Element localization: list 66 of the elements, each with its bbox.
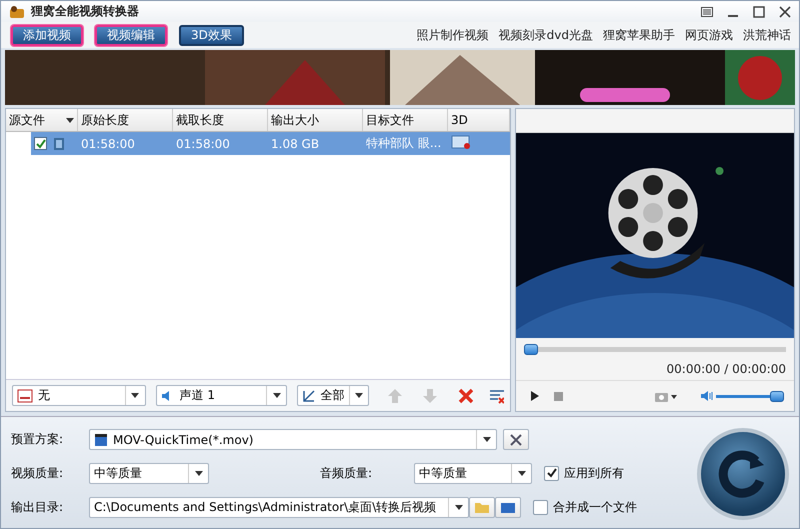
dropdown-arrow-icon[interactable]: [194, 470, 202, 476]
toolbar-button[interactable]: 添加视频: [11, 24, 83, 46]
seek-thumb[interactable]: [524, 344, 538, 355]
dropdown-arrow-icon[interactable]: [272, 393, 281, 398]
column-header[interactable]: 截取长度: [173, 109, 268, 131]
3d-icon[interactable]: [451, 135, 471, 149]
clear-list-icon[interactable]: [488, 388, 504, 404]
header-link[interactable]: 视频刻录dvd光盘: [498, 26, 593, 44]
checkbox[interactable]: [34, 137, 47, 150]
settings-button[interactable]: [503, 429, 529, 450]
dropdown-arrow-icon[interactable]: [66, 118, 74, 122]
audio-quality-dropdown[interactable]: 中等质量: [414, 462, 532, 484]
folder-icon: [500, 501, 516, 514]
field-label: 预置方案:: [11, 431, 64, 448]
stop-icon[interactable]: [554, 392, 563, 400]
column-header[interactable]: 源文件: [6, 109, 78, 131]
clapper-icon: [94, 432, 108, 447]
field-label: 视频质量:: [11, 464, 64, 482]
output-folder-field[interactable]: C:\Documents and Settings\Administrator\桌面\转换后视频: [89, 496, 469, 518]
header-link[interactable]: 狸窝苹果助手: [603, 26, 675, 44]
crop-icon: [302, 388, 316, 402]
window-title: 狸窝全能视频转换器: [31, 3, 139, 20]
camera-icon[interactable]: [654, 390, 678, 402]
table-cell-text: 1.08 GB: [270, 136, 320, 150]
app-logo-icon: [9, 4, 25, 18]
preset-dropdown[interactable]: MOV-QuickTime(*.mov): [89, 429, 497, 450]
table-cell-text: 01:58:00: [175, 136, 231, 150]
table-cell-text: 01:58:00: [80, 136, 136, 150]
dropdown-arrow-icon[interactable]: [131, 393, 139, 398]
check-icon: [546, 468, 556, 478]
open-folder-icon: [474, 501, 490, 514]
check-icon: [36, 138, 46, 148]
maximize-icon[interactable]: [753, 6, 765, 18]
field-label: 音频质量:: [320, 464, 374, 482]
field-label: 输出目录:: [11, 498, 64, 516]
column-header[interactable]: 输出大小: [268, 109, 363, 131]
column-header[interactable]: 目标文件: [363, 109, 448, 131]
audio-track-dropdown[interactable]: 声道 1: [156, 385, 288, 406]
table-cell-text: 特种部队 眼...: [365, 135, 442, 152]
video-quality-dropdown[interactable]: 中等质量: [89, 462, 209, 484]
dropdown-arrow-icon[interactable]: [355, 393, 364, 398]
folder-button[interactable]: [495, 496, 521, 518]
subtitle-icon: [17, 388, 33, 402]
delete-icon[interactable]: [458, 388, 473, 404]
film-icon: [53, 136, 65, 150]
header-link[interactable]: 网页游戏: [685, 26, 733, 44]
header-link[interactable]: 洪荒神话: [743, 26, 791, 44]
merge-checkbox[interactable]: 合并成一个文件: [533, 498, 637, 516]
volume-icon[interactable]: [700, 390, 714, 402]
volume-thumb[interactable]: [770, 390, 784, 402]
seek-slider[interactable]: [524, 344, 786, 355]
close-icon[interactable]: [779, 6, 791, 18]
column-header[interactable]: 原始长度: [78, 109, 173, 131]
time-display: 00:00:00 / 00:00:00: [666, 362, 786, 376]
dropdown-arrow-icon[interactable]: [518, 470, 526, 476]
play-icon[interactable]: [530, 390, 540, 402]
toolbar-button[interactable]: 3D效果: [179, 24, 244, 46]
dropdown-arrow-icon[interactable]: [454, 504, 462, 510]
dropdown-arrow-icon[interactable]: [482, 437, 490, 442]
menu-icon[interactable]: [701, 6, 713, 16]
header-link[interactable]: 照片制作视频: [416, 26, 489, 44]
apply-all-checkbox[interactable]: 应用到所有: [544, 464, 624, 482]
range-dropdown[interactable]: 全部: [297, 385, 370, 406]
subtitle-dropdown[interactable]: 无: [12, 385, 146, 406]
column-header[interactable]: 3D: [448, 109, 510, 131]
toolbar-button[interactable]: 视频编辑: [95, 24, 167, 46]
